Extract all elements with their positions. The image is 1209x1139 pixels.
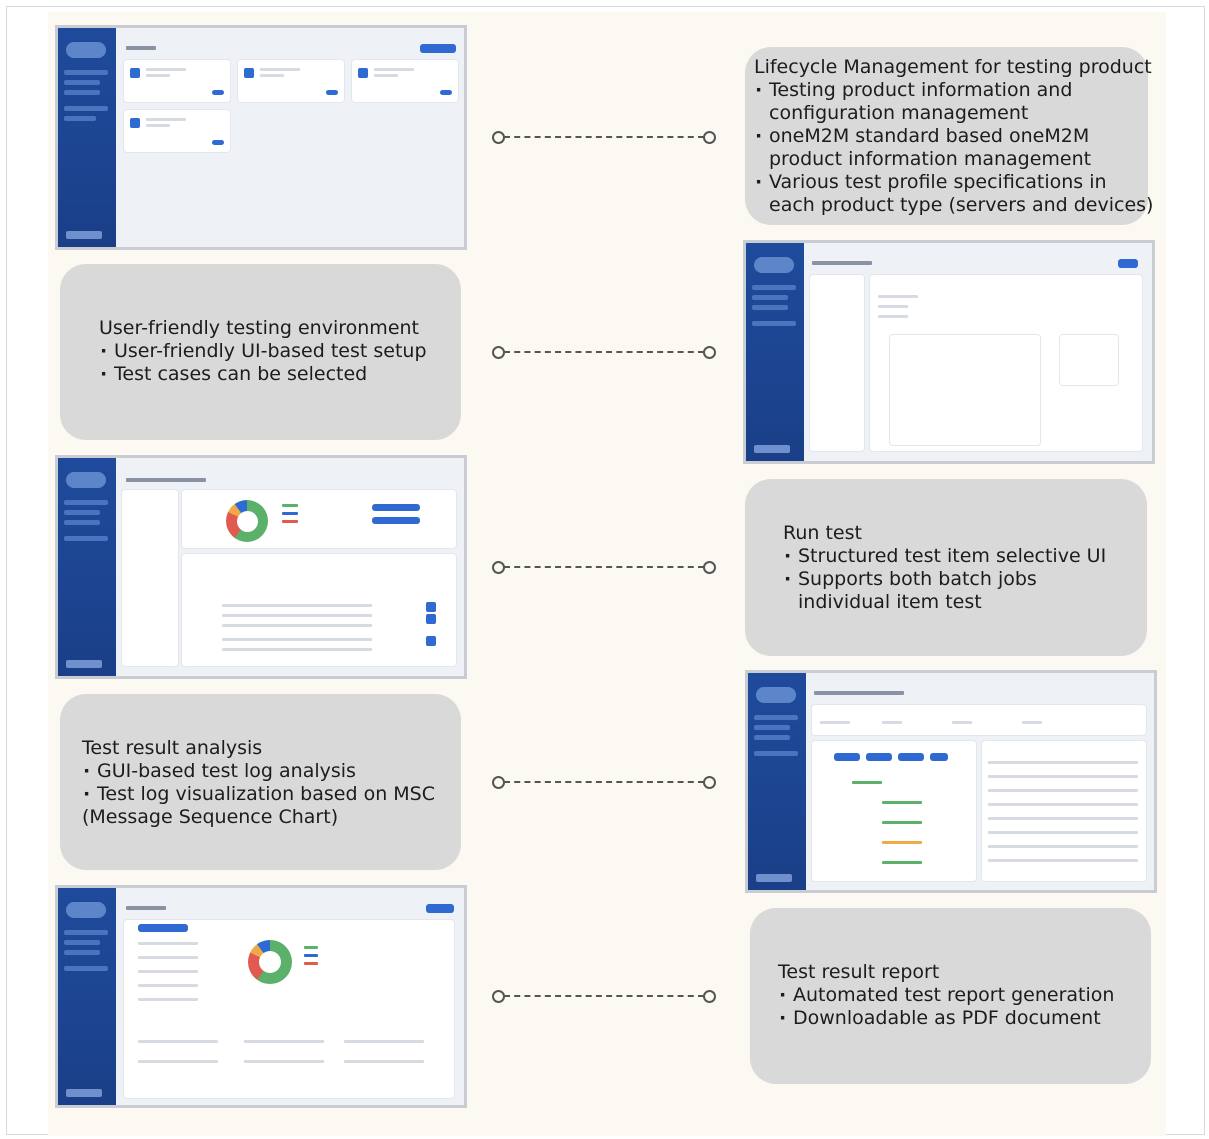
lifecycle-item: Various test profile specifications in [754, 171, 1153, 194]
product-card [352, 60, 458, 102]
nav-item [64, 70, 108, 75]
connector [492, 989, 716, 1003]
sidebar [746, 243, 804, 461]
run-test-item: Structured test item selective UI [783, 545, 1106, 568]
analysis-item: Test log visualization based on MSC [82, 783, 435, 806]
log-table [982, 741, 1146, 881]
lifecycle-item-cont: each product type (servers and devices) [769, 194, 1154, 216]
run-test-item-cont: individual item test [798, 591, 982, 613]
connector [492, 560, 716, 574]
analysis-item: GUI-based test log analysis [82, 760, 435, 783]
lifecycle-item: oneM2M standard based oneM2M [754, 125, 1153, 148]
report-title: Test result report [778, 961, 940, 983]
lifecycle-title: Lifecycle Management for testing product [754, 56, 1152, 78]
sidebar-footer [66, 231, 102, 239]
connector [492, 775, 716, 789]
connector [492, 130, 716, 144]
nav-item [64, 90, 100, 95]
nav-item [64, 80, 100, 85]
report-donut [248, 940, 292, 984]
screenshot-product-list [55, 25, 467, 250]
lifecycle-item-cont: product information management [769, 148, 1092, 170]
sidebar [748, 673, 806, 890]
report-box: Test result report Automated test report… [750, 908, 1151, 1084]
lifecycle-item-cont: configuration management [769, 102, 1029, 124]
user-friendly-item: Test cases can be selected [99, 363, 427, 386]
add-product-button [420, 44, 456, 53]
user-friendly-box: User-friendly testing environment User-f… [60, 264, 461, 440]
analysis-box: Test result analysis GUI-based test log … [60, 694, 461, 870]
nav-item [64, 106, 108, 111]
test-config-panel [870, 275, 1142, 451]
page-heading [126, 46, 156, 50]
report-card [124, 920, 454, 1098]
screenshot-test-case-selection [743, 240, 1155, 464]
analysis-title: Test result analysis [82, 737, 263, 759]
msc-chart [812, 741, 976, 881]
tree-panel [810, 275, 864, 451]
screenshot-test-run [55, 455, 467, 679]
lifecycle-item: Testing product information and [754, 79, 1153, 102]
report-item: Downloadable as PDF document [778, 1007, 1114, 1030]
logo [66, 42, 106, 58]
sidebar [58, 888, 116, 1105]
test-list-card [182, 554, 456, 666]
run-test-box: Run test Structured test item selective … [745, 479, 1147, 656]
nav-item [64, 116, 96, 121]
product-card [238, 60, 344, 102]
connector [492, 345, 716, 359]
sidebar [58, 458, 116, 676]
screenshot-test-report [55, 885, 467, 1108]
report-item: Automated test report generation [778, 984, 1114, 1007]
run-test-title: Run test [783, 522, 862, 544]
user-friendly-title: User-friendly testing environment [99, 317, 419, 339]
summary-card [182, 490, 456, 548]
product-card [124, 60, 230, 102]
download-pdf-button [426, 904, 454, 913]
user-friendly-item: User-friendly UI-based test setup [99, 340, 427, 363]
result-donut [226, 500, 268, 542]
analysis-item-cont: (Message Sequence Chart) [82, 806, 339, 828]
lifecycle-box: Lifecycle Management for testing product… [745, 47, 1153, 225]
screenshot-msc-log-analysis [745, 670, 1157, 893]
run-test-item: Supports both batch jobs [783, 568, 1106, 591]
product-card [124, 110, 230, 152]
sidebar [58, 28, 116, 247]
